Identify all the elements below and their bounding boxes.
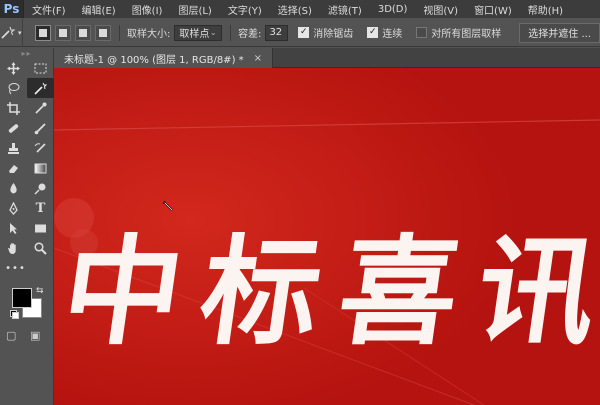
- history-brush-icon: [34, 142, 46, 153]
- tool-grid: T: [0, 58, 54, 258]
- checkbox-checked-icon: ✓: [298, 27, 310, 38]
- rectangle-tool[interactable]: [27, 218, 54, 238]
- menu-layer[interactable]: 图层(L): [170, 2, 219, 17]
- water-drop-icon: [10, 182, 17, 193]
- hand-icon: [8, 242, 16, 254]
- new-selection-button[interactable]: [34, 24, 51, 41]
- brush-tool[interactable]: [27, 118, 54, 138]
- move-tool[interactable]: [0, 58, 27, 78]
- brush-icon: [34, 122, 46, 134]
- quick-mask-icon[interactable]: ▢: [6, 329, 16, 342]
- contiguous-checkbox[interactable]: ✓ 连续: [367, 25, 406, 40]
- eraser-tool[interactable]: [0, 158, 27, 178]
- menu-edit[interactable]: 编辑(E): [74, 2, 124, 17]
- document-tab-bar: 未标题-1 @ 100% (图层 1, RGB/8#) * ×: [54, 48, 600, 68]
- pen-icon: [9, 201, 18, 215]
- menu-3d[interactable]: 3D(D): [370, 4, 416, 15]
- menu-type[interactable]: 文字(Y): [220, 2, 270, 17]
- menu-select[interactable]: 选择(S): [270, 2, 320, 17]
- move-icon: [7, 61, 20, 75]
- checkbox-checked-icon: ✓: [367, 27, 379, 38]
- crop-tool[interactable]: [0, 98, 27, 118]
- tools-panel: ▸▸ T ••• ⇆ ▢ ▣: [0, 48, 54, 405]
- document-tab[interactable]: 未标题-1 @ 100% (图层 1, RGB/8#) * ×: [54, 48, 274, 68]
- add-to-selection-button[interactable]: [54, 24, 71, 41]
- photoshop-logo: Ps: [0, 0, 24, 18]
- sample-size-select[interactable]: 取样点 ⌄: [174, 24, 222, 41]
- selection-mode-group: [34, 24, 111, 41]
- history-brush-tool[interactable]: [27, 138, 54, 158]
- swap-colors-icon[interactable]: ⇆: [36, 286, 44, 296]
- contiguous-label: 连续: [382, 29, 403, 40]
- edit-toolbar-button[interactable]: •••: [2, 258, 29, 278]
- path-selection-tool[interactable]: [0, 218, 27, 238]
- document-canvas[interactable]: 中标喜讯: [54, 68, 600, 405]
- magic-wand-cursor-icon: [162, 200, 173, 211]
- eyedropper-icon: [35, 102, 47, 114]
- menu-window[interactable]: 窗口(W): [466, 2, 520, 17]
- crop-icon: [7, 101, 20, 115]
- sample-size-label: 取样大小:: [127, 29, 171, 40]
- rectangle-icon: [35, 224, 46, 232]
- antialias-label: 消除锯齿: [313, 29, 354, 40]
- subtract-from-selection-button[interactable]: [74, 24, 91, 41]
- menu-file[interactable]: 文件(F): [24, 2, 74, 17]
- chevron-down-icon: ▾: [18, 28, 22, 37]
- menu-help[interactable]: 帮助(H): [520, 2, 571, 17]
- arrow-cursor-icon: [10, 222, 17, 234]
- healing-brush-tool[interactable]: [0, 118, 27, 138]
- menu-view[interactable]: 视图(V): [415, 2, 466, 17]
- select-and-mask-button[interactable]: 选择并遮住 ...: [519, 22, 600, 43]
- marquee-tool[interactable]: [27, 58, 54, 78]
- screen-mode-icon[interactable]: ▣: [30, 329, 40, 342]
- lasso-tool[interactable]: [0, 78, 27, 98]
- foreground-color-swatch[interactable]: [12, 288, 32, 308]
- divider: [118, 24, 120, 41]
- panel-grip[interactable]: ▸▸: [0, 48, 53, 58]
- menu-filter[interactable]: 滤镜(T): [320, 2, 370, 17]
- gradient-icon: [34, 163, 47, 173]
- antialias-checkbox[interactable]: ✓ 消除锯齿: [298, 25, 357, 40]
- default-colors-icon[interactable]: [10, 310, 19, 319]
- hand-tool[interactable]: [0, 238, 27, 258]
- document-tab-title: 未标题-1 @ 100% (图层 1, RGB/8#) *: [64, 54, 244, 66]
- eraser-icon: [9, 164, 18, 173]
- options-bar: ▾ 取样大小: 取样点 ⌄ 容差: 32 ✓ 消除锯齿 ✓ 连续 对所有图层取样…: [0, 18, 600, 47]
- stamp-icon: [8, 142, 19, 154]
- tolerance-input[interactable]: 32: [265, 24, 289, 41]
- menu-image[interactable]: 图像(I): [124, 2, 171, 17]
- bandage-icon: [8, 123, 19, 133]
- eyedropper-tool[interactable]: [27, 98, 54, 118]
- pen-tool[interactable]: [0, 198, 27, 218]
- close-icon[interactable]: ×: [254, 53, 262, 64]
- rectangular-marquee-icon: [34, 63, 47, 73]
- checkbox-unchecked-icon: [416, 27, 428, 38]
- menu-bar: Ps 文件(F) 编辑(E) 图像(I) 图层(L) 文字(Y) 选择(S) 滤…: [0, 0, 600, 18]
- divider: [229, 24, 231, 41]
- dodge-tool[interactable]: [27, 178, 54, 198]
- type-tool[interactable]: T: [27, 198, 54, 218]
- calligraphy-headline: 中标喜讯: [54, 222, 600, 361]
- tolerance-label: 容差:: [238, 29, 262, 40]
- chevron-down-icon: ⌄: [209, 28, 217, 37]
- magic-wand-tool[interactable]: [27, 78, 54, 98]
- type-t-icon: T: [35, 200, 46, 216]
- color-swatches: ⇆: [10, 286, 46, 322]
- intersect-selection-button[interactable]: [94, 24, 111, 41]
- magnifier-icon: [34, 241, 47, 255]
- magic-wand-icon: [1, 26, 16, 39]
- clone-stamp-tool[interactable]: [0, 138, 27, 158]
- lasso-icon: [8, 82, 20, 94]
- sample-all-layers-label: 对所有图层取样: [431, 29, 502, 40]
- tool-preset-picker[interactable]: ▾: [0, 18, 23, 47]
- gradient-tool[interactable]: [27, 158, 54, 178]
- zoom-tool[interactable]: [27, 238, 54, 258]
- magic-wand-icon: [34, 82, 47, 95]
- blur-tool[interactable]: [0, 178, 27, 198]
- dodge-icon: [34, 183, 46, 195]
- sample-all-layers-checkbox[interactable]: 对所有图层取样: [416, 25, 505, 40]
- sample-size-value: 取样点: [179, 29, 210, 40]
